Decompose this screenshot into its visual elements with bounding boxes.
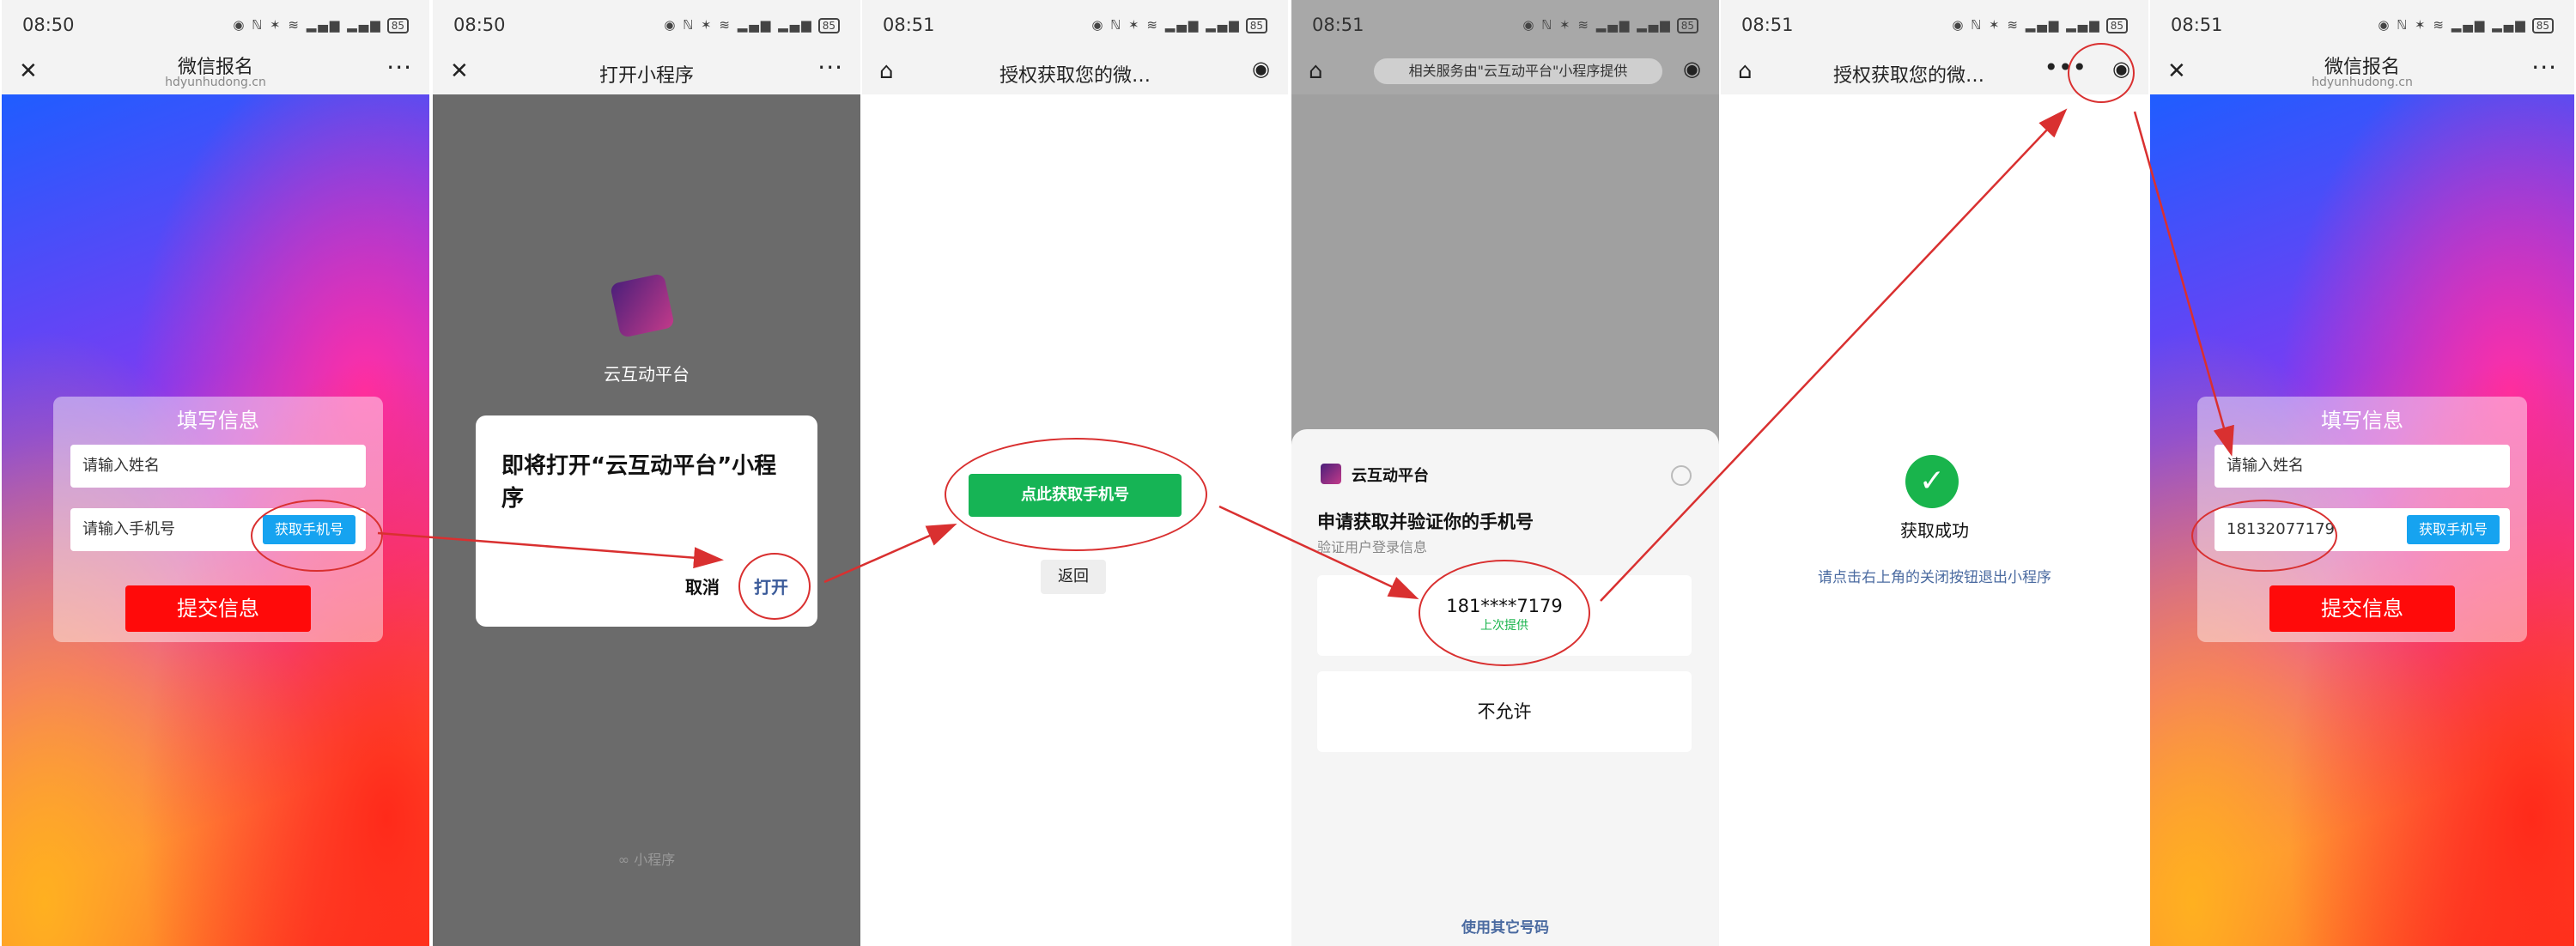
status-bar: 08:51 ◉ ℕ ✶ ≋ ▂▄▆ ▂▄▆ 85: [2150, 0, 2574, 50]
info-icon[interactable]: [1671, 465, 1692, 486]
footer-text: 小程序: [634, 852, 676, 868]
nav-bar: ⌂ 授权获取您的微… ◉: [862, 50, 1288, 94]
form-card: 填写信息 请输入姓名 请输入手机号 获取手机号 提交信息: [53, 397, 383, 642]
success-title: 获取成功: [1900, 520, 1969, 541]
status-icons: ◉ ℕ ✶ ≋ ▂▄▆ ▂▄▆ 85: [2378, 17, 2554, 33]
target-icon[interactable]: ◉: [1683, 57, 1702, 81]
name-input[interactable]: 请输入姓名: [2215, 445, 2510, 488]
screen-open-miniprogram: 08:50 ◉ ℕ ✶ ≋ ▂▄▆ ▂▄▆ 85 ✕ 打开小程序 ··· 云互动平…: [433, 0, 860, 946]
app-logo-icon: [610, 273, 675, 338]
gradient-background: 填写信息 请输入姓名 请输入手机号 获取手机号 提交信息: [2, 94, 429, 946]
page-title: 授权获取您的微…: [1832, 65, 1984, 87]
screen-form-initial: 08:50 ◉ ℕ ✶ ≋ ▂▄▆ ▂▄▆ 85 ✕ 微信报名 hdyunhudo…: [2, 0, 429, 946]
name-placeholder: 请输入姓名: [2227, 457, 2304, 475]
cancel-button[interactable]: 取消: [685, 573, 720, 598]
dialog-message: 即将打开“云互动平台”小程序: [501, 453, 777, 512]
sheet-subtitle: 验证用户登录信息: [1317, 539, 1428, 555]
nav-bar: ✕ 微信报名 hdyunhudong.cn ···: [2, 50, 429, 94]
status-time: 08:50: [22, 15, 75, 35]
content-area: ✓ 获取成功 请点击右上角的关闭按钮退出小程序: [1721, 94, 2148, 946]
submit-button[interactable]: 提交信息: [125, 585, 311, 632]
screen-success: 08:51 ◉ ℕ ✶ ≋ ▂▄▆ ▂▄▆ 85 ⌂ 授权获取您的微… ••• ◉…: [1721, 0, 2148, 946]
gradient-background: 填写信息 请输入姓名 18132077179 获取手机号 提交信息: [2150, 94, 2574, 946]
consent-sheet: 云互动平台 申请获取并验证你的手机号 验证用户登录信息 181****7179 …: [1291, 429, 1719, 946]
more-icon[interactable]: ···: [386, 53, 412, 82]
form-heading: 填写信息: [2321, 409, 2403, 433]
page-domain: hdyunhudong.cn: [2312, 76, 2413, 89]
open-button[interactable]: 打开: [754, 573, 788, 598]
more-icon[interactable]: ···: [817, 53, 843, 82]
form-card: 填写信息 请输入姓名 18132077179 获取手机号 提交信息: [2197, 397, 2527, 642]
phone-placeholder: 请输入手机号: [82, 520, 175, 538]
screen-authorize: 08:51 ◉ ℕ ✶ ≋ ▂▄▆ ▂▄▆ 85 ⌂ 授权获取您的微… ◉ 点此获…: [862, 0, 1288, 946]
name-placeholder: 请输入姓名: [82, 457, 160, 475]
screen-phone-consent: 08:51 ◉ ℕ ✶ ≋ ▂▄▆ ▂▄▆ 85 ⌂ 相关服务由"云互动平台"小程…: [1291, 0, 1719, 946]
battery-icon: 85: [2531, 17, 2554, 33]
status-icons: ◉ ℕ ✶ ≋ ▂▄▆ ▂▄▆ 85: [664, 17, 840, 33]
form-heading: 填写信息: [177, 409, 259, 433]
get-phone-primary-button[interactable]: 点此获取手机号: [969, 474, 1182, 517]
service-provider-note: 相关服务由"云互动平台"小程序提供: [1374, 58, 1662, 84]
sheet-app-name: 云互动平台: [1352, 467, 1429, 485]
phone-hint: 上次提供: [1480, 619, 1528, 633]
status-bar: 08:51 ◉ ℕ ✶ ≋ ▂▄▆ ▂▄▆ 85: [1721, 0, 2148, 50]
target-icon[interactable]: ◉: [1252, 57, 1271, 81]
content-area: 点此获取手机号 返回: [862, 94, 1288, 946]
phone-input[interactable]: 请输入手机号 获取手机号: [70, 508, 366, 551]
sheet-title: 申请获取并验证你的手机号: [1317, 512, 1534, 532]
status-bar: 08:50 ◉ ℕ ✶ ≋ ▂▄▆ ▂▄▆ 85: [433, 0, 860, 50]
battery-icon: 85: [2105, 17, 2128, 33]
more-icon[interactable]: ···: [2531, 53, 2557, 82]
app-logo-icon: [1321, 464, 1341, 484]
miniprogram-footer: ∞ 小程序: [433, 848, 860, 869]
status-icons: ◉ ℕ ✶ ≋ ▂▄▆ ▂▄▆ 85: [1522, 17, 1698, 33]
status-bar: 08:51 ◉ ℕ ✶ ≋ ▂▄▆ ▂▄▆ 85: [1291, 0, 1719, 50]
status-time: 08:51: [2171, 15, 2223, 35]
phone-value: 18132077179: [2227, 520, 2335, 538]
battery-icon: 85: [386, 17, 409, 33]
nav-bar: ⌂ 相关服务由"云互动平台"小程序提供 ◉: [1291, 50, 1719, 94]
page-title: 打开小程序: [598, 65, 694, 87]
get-phone-button[interactable]: 获取手机号: [2406, 515, 2500, 544]
dimmed-background: 云互动平台 申请获取并验证你的手机号 验证用户登录信息 181****7179 …: [1291, 94, 1719, 946]
battery-icon: 85: [817, 17, 840, 33]
nav-bar: ✕ 打开小程序 ···: [433, 50, 860, 94]
battery-icon: 85: [1676, 17, 1698, 33]
phone-option[interactable]: 181****7179 上次提供: [1317, 575, 1692, 656]
nav-bar: ✕ 微信报名 hdyunhudong.cn ···: [2150, 50, 2574, 94]
name-input[interactable]: 请输入姓名: [70, 445, 366, 488]
link-icon: ∞: [617, 852, 635, 868]
status-time: 08:51: [1741, 15, 1794, 35]
phone-number: 181****7179: [1446, 596, 1563, 616]
battery-icon: 85: [1245, 17, 1267, 33]
close-miniprogram-icon[interactable]: ◉: [2112, 57, 2131, 81]
status-time: 08:51: [883, 15, 935, 35]
home-icon[interactable]: ⌂: [1309, 58, 1323, 84]
status-bar: 08:51 ◉ ℕ ✶ ≋ ▂▄▆ ▂▄▆ 85: [862, 0, 1288, 50]
overlay-background: 云互动平台 即将打开“云互动平台”小程序 取消 打开 ∞ 小程序: [433, 94, 860, 946]
success-check-icon: ✓: [1905, 455, 1959, 508]
phone-input[interactable]: 18132077179 获取手机号: [2215, 508, 2510, 551]
use-other-number-link[interactable]: 使用其它号码: [1291, 915, 1719, 937]
home-icon[interactable]: ⌂: [1738, 58, 1753, 84]
status-time: 08:50: [453, 15, 506, 35]
get-phone-button[interactable]: 获取手机号: [262, 515, 355, 544]
nav-bar: ⌂ 授权获取您的微… ••• ◉: [1721, 50, 2148, 94]
app-name: 云互动平台: [604, 364, 690, 385]
page-domain: hdyunhudong.cn: [165, 76, 266, 89]
success-hint: 请点击右上角的关闭按钮退出小程序: [1818, 569, 2051, 586]
status-icons: ◉ ℕ ✶ ≋ ▂▄▆ ▂▄▆ 85: [233, 17, 409, 33]
submit-button[interactable]: 提交信息: [2269, 585, 2455, 632]
confirm-dialog: 即将打开“云互动平台”小程序 取消 打开: [476, 415, 817, 627]
status-icons: ◉ ℕ ✶ ≋ ▂▄▆ ▂▄▆ 85: [1091, 17, 1267, 33]
screen-form-filled: 08:51 ◉ ℕ ✶ ≋ ▂▄▆ ▂▄▆ 85 ✕ 微信报名 hdyunhudo…: [2150, 0, 2574, 946]
deny-button[interactable]: 不允许: [1317, 671, 1692, 752]
status-bar: 08:50 ◉ ℕ ✶ ≋ ▂▄▆ ▂▄▆ 85: [2, 0, 429, 50]
page-title: 授权获取您的微…: [999, 65, 1151, 87]
deny-label: 不允许: [1477, 701, 1532, 722]
status-time: 08:51: [1312, 15, 1364, 35]
more-icon[interactable]: •••: [2044, 53, 2087, 82]
status-icons: ◉ ℕ ✶ ≋ ▂▄▆ ▂▄▆ 85: [1952, 17, 2128, 33]
back-button[interactable]: 返回: [1041, 560, 1106, 594]
